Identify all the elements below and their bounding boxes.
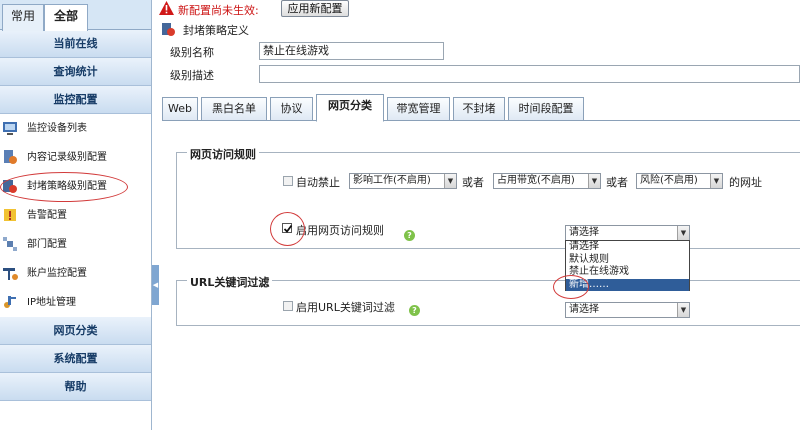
block-policy-icon <box>162 23 175 36</box>
risk-select[interactable]: 风险(不启用) ▼ <box>636 173 723 189</box>
tab-bandwidth[interactable]: 带宽管理 <box>387 97 450 121</box>
select-value: 请选择 <box>569 304 599 315</box>
dropdown-option[interactable]: 请选择 <box>566 241 689 254</box>
auto-block-checkbox[interactable] <box>283 176 293 186</box>
dropdown-option[interactable]: 禁止在线游戏 <box>566 266 689 279</box>
sidebar-item-account-monitor[interactable]: 账户监控配置 <box>0 259 151 288</box>
alarm-icon <box>4 209 16 221</box>
chevron-down-icon: ▼ <box>588 174 600 188</box>
sidebar-item-label: 内容记录级别配置 <box>27 152 107 163</box>
tab-web-category[interactable]: 网页分类 <box>316 94 384 122</box>
url-filter-select[interactable]: 请选择 ▼ <box>565 302 690 318</box>
sidebar-item-record-level[interactable]: 内容记录级别配置 <box>0 143 151 172</box>
ip-icon <box>4 296 16 308</box>
tab-no-block[interactable]: 不封堵 <box>453 97 505 121</box>
department-icon <box>3 237 17 251</box>
sidebar-item-label: 部门配置 <box>27 239 67 250</box>
enable-url-filter-label: 启用URL关键词过滤 <box>296 301 395 314</box>
url-suffix-label: 的网址 <box>729 176 762 189</box>
annotation-circle-sidebar <box>0 172 128 202</box>
select-value: 风险(不启用) <box>640 175 698 186</box>
annotation-circle-add-new <box>553 275 589 299</box>
chevron-down-icon: ▼ <box>677 226 689 240</box>
tab-common[interactable]: 常用 <box>2 4 44 31</box>
config-warning-bar: 新配置尚未生效: 应用新配置 <box>155 0 800 18</box>
auto-block-label: 自动禁止 <box>296 176 340 189</box>
chevron-down-icon: ▼ <box>677 303 689 317</box>
sidebar-item-label: IP地址管理 <box>27 297 76 308</box>
or-label-2: 或者 <box>606 176 628 189</box>
sidebar-item-label: 账户监控配置 <box>27 268 87 279</box>
tab-time-config[interactable]: 时间段配置 <box>508 97 584 121</box>
level-name-field[interactable]: 禁止在线游戏 <box>259 42 444 60</box>
left-navigation-panel: 常用 全部 当前在线 查询统计 监控配置 监控设备列表 内容记录级别配置 封堵策… <box>0 0 152 430</box>
collapse-sidebar-handle[interactable]: ◀ <box>152 265 159 305</box>
record-icon <box>4 150 17 164</box>
select-value: 请选择 <box>569 227 599 238</box>
sidebar-item-department[interactable]: 部门配置 <box>0 230 151 259</box>
account-icon <box>3 268 18 280</box>
sidebar-item-alarm[interactable]: 告警配置 <box>0 201 151 230</box>
tab-all[interactable]: 全部 <box>44 4 88 31</box>
sidebar-item-monitor-devices[interactable]: 监控设备列表 <box>0 114 151 143</box>
section-online[interactable]: 当前在线 <box>0 30 151 58</box>
section-monitor-config[interactable]: 监控配置 <box>0 86 151 114</box>
sidebar-tab-bar: 常用 全部 <box>0 0 151 31</box>
sidebar-item-label: 监控设备列表 <box>27 123 87 134</box>
dropdown-option[interactable]: 默认规则 <box>566 254 689 267</box>
apply-config-button[interactable]: 应用新配置 <box>281 0 349 17</box>
enable-web-rules-label: 启用网页访问规则 <box>296 224 384 237</box>
warning-icon <box>159 1 174 15</box>
web-rule-select[interactable]: 请选择 ▼ <box>565 225 690 241</box>
select-value: 影响工作(不启用) <box>353 175 431 186</box>
tab-web[interactable]: Web <box>162 97 198 121</box>
page-title: 封堵策略定义 <box>183 24 249 37</box>
enable-url-filter-checkbox[interactable] <box>283 301 293 311</box>
chevron-down-icon: ▼ <box>444 174 456 188</box>
section-help[interactable]: 帮助 <box>0 373 151 401</box>
chevron-down-icon: ▼ <box>710 174 722 188</box>
annotation-circle-checkbox <box>270 212 305 246</box>
sidebar-item-label: 告警配置 <box>27 210 67 221</box>
work-impact-select[interactable]: 影响工作(不启用) ▼ <box>349 173 457 189</box>
level-desc-label: 级别描述 <box>170 69 214 82</box>
section-system-config[interactable]: 系统配置 <box>0 345 151 373</box>
level-desc-field[interactable] <box>259 65 800 83</box>
policy-tab-bar: Web 黑白名单 协议 网页分类 带宽管理 不封堵 时间段配置 <box>162 94 800 122</box>
tab-divider <box>162 120 800 121</box>
section-stats[interactable]: 查询统计 <box>0 58 151 86</box>
monitor-icon <box>3 122 17 135</box>
tab-black-white-list[interactable]: 黑白名单 <box>201 97 267 121</box>
web-rules-legend: 网页访问规则 <box>187 146 259 162</box>
tab-protocol[interactable]: 协议 <box>270 97 313 121</box>
help-icon[interactable]: ? <box>404 230 415 241</box>
web-rules-fieldset <box>176 152 800 249</box>
bandwidth-select[interactable]: 占用带宽(不启用) ▼ <box>493 173 601 189</box>
level-name-label: 级别名称 <box>170 46 214 59</box>
url-filter-legend: URL关键词过滤 <box>187 274 273 290</box>
or-label-1: 或者 <box>462 176 484 189</box>
help-icon[interactable]: ? <box>409 305 420 316</box>
select-value: 占用带宽(不启用) <box>497 175 575 186</box>
section-web-category[interactable]: 网页分类 <box>0 317 151 345</box>
sidebar-item-ip-management[interactable]: IP地址管理 <box>0 288 151 317</box>
warning-text: 新配置尚未生效: <box>178 4 259 17</box>
